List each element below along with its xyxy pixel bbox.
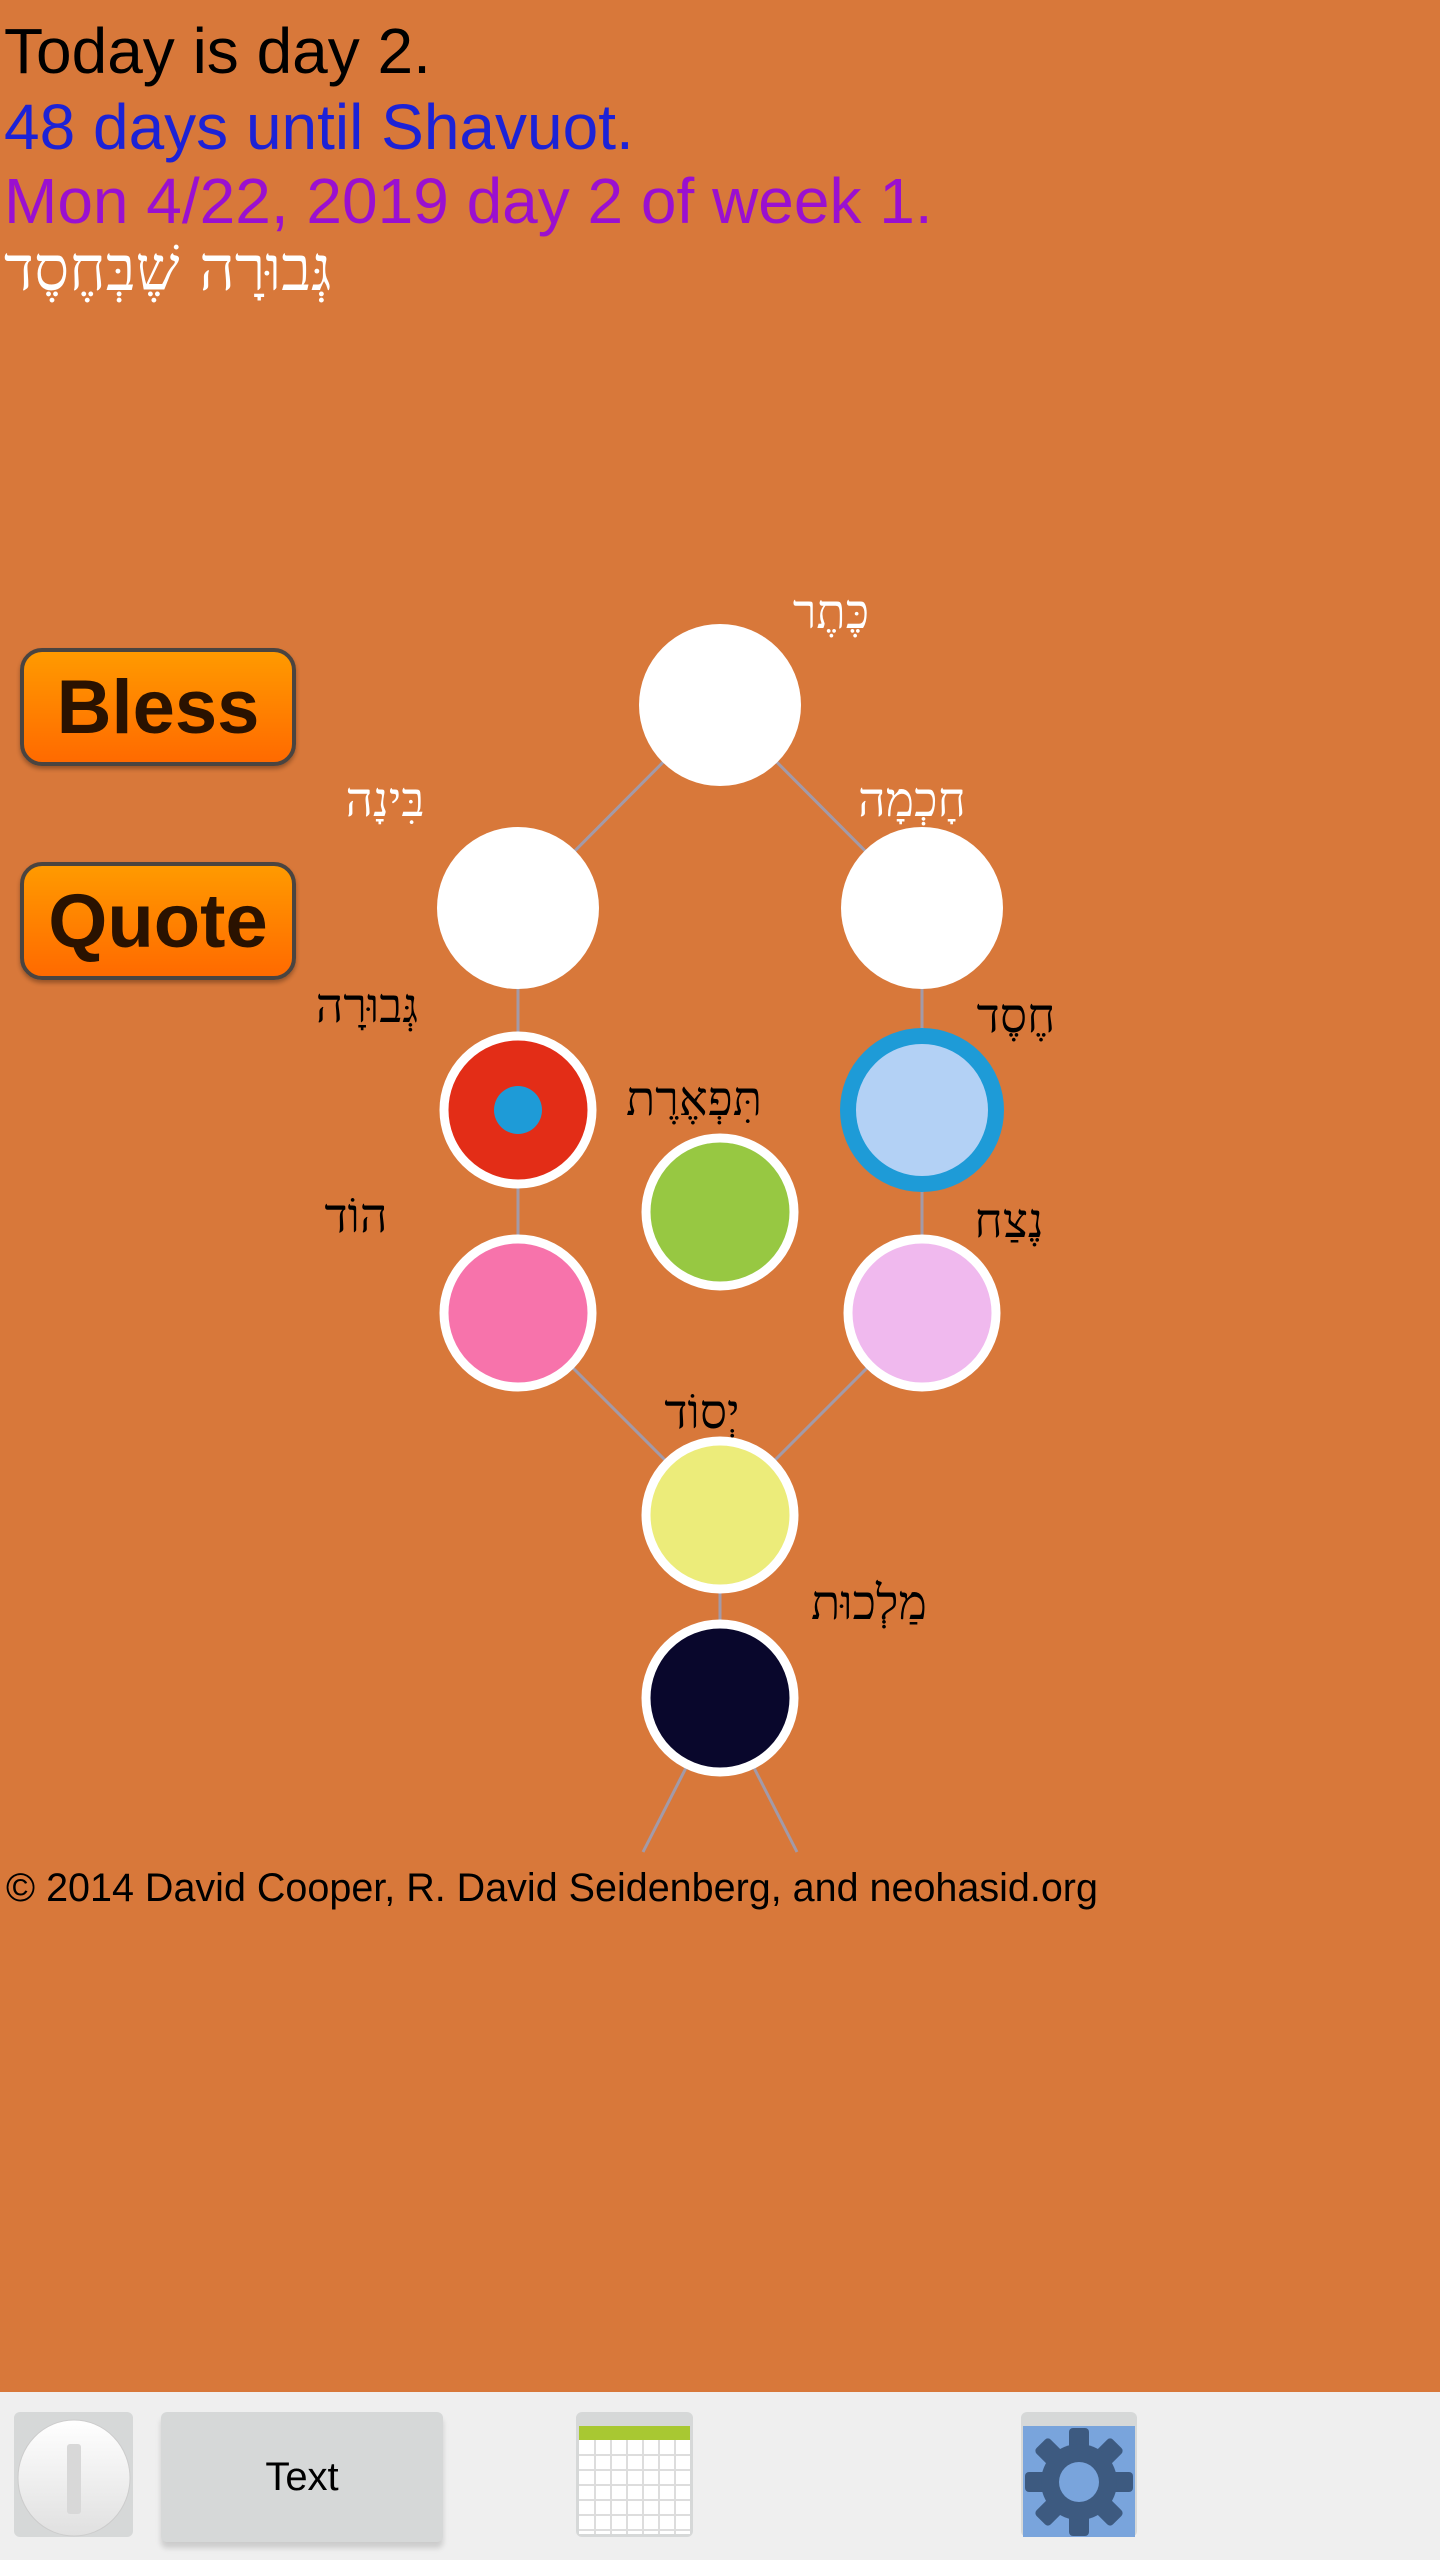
- sefirah-chokhmah[interactable]: [841, 827, 1003, 989]
- sefirah-label-chesed: חֶסֶד: [976, 988, 1056, 1044]
- info-button[interactable]: [14, 2412, 133, 2537]
- sefirah-tiferet[interactable]: [641, 1133, 799, 1291]
- gear-icon: [1023, 2426, 1135, 2537]
- sefirah-binah[interactable]: [437, 827, 599, 989]
- sefirah-label-malkhut: מַלְכוּת: [811, 1575, 927, 1631]
- sefirah-label-hod: הוֹד: [324, 1188, 388, 1244]
- sefirah-gevurah-marker: [494, 1086, 542, 1134]
- sefirah-label-netzach: נֶצַח: [974, 1193, 1044, 1249]
- sefirah-chesed[interactable]: [840, 1028, 1004, 1192]
- sefirah-label-chokhmah: חָכְמָה: [858, 772, 966, 828]
- calendar-icon: [579, 2426, 690, 2534]
- sefirah-malkhut[interactable]: [641, 1619, 799, 1777]
- text-button[interactable]: Text: [161, 2412, 443, 2542]
- calendar-button[interactable]: [576, 2412, 693, 2537]
- sefirah-label-yesod: יְסוֹד: [664, 1384, 740, 1440]
- sefirah-netzach[interactable]: [843, 1234, 1001, 1392]
- sefirah-hod[interactable]: [439, 1234, 597, 1392]
- sefirah-label-tiferet: תִּפְאֶרֶת: [625, 1071, 763, 1127]
- settings-button[interactable]: [1021, 2412, 1137, 2537]
- sefirot-tree: [437, 624, 1004, 1853]
- tree-path-malkhut-right: [748, 1759, 799, 1853]
- copyright: © 2014 David Cooper, R. David Seidenberg…: [6, 1866, 1098, 1910]
- info-icon: [17, 2419, 131, 2537]
- sefirah-yesod[interactable]: [641, 1436, 799, 1594]
- sefirah-keter[interactable]: [639, 624, 801, 786]
- sefirah-label-gevurah: גְּבוּרָה: [315, 978, 419, 1034]
- bottom-toolbar: Text: [0, 2392, 1440, 2560]
- sefirah-label-binah: בִּינָה: [345, 772, 425, 828]
- sefirah-label-keter: כֶּתֶר: [792, 584, 870, 640]
- tree-path-malkhut-left: [641, 1759, 692, 1853]
